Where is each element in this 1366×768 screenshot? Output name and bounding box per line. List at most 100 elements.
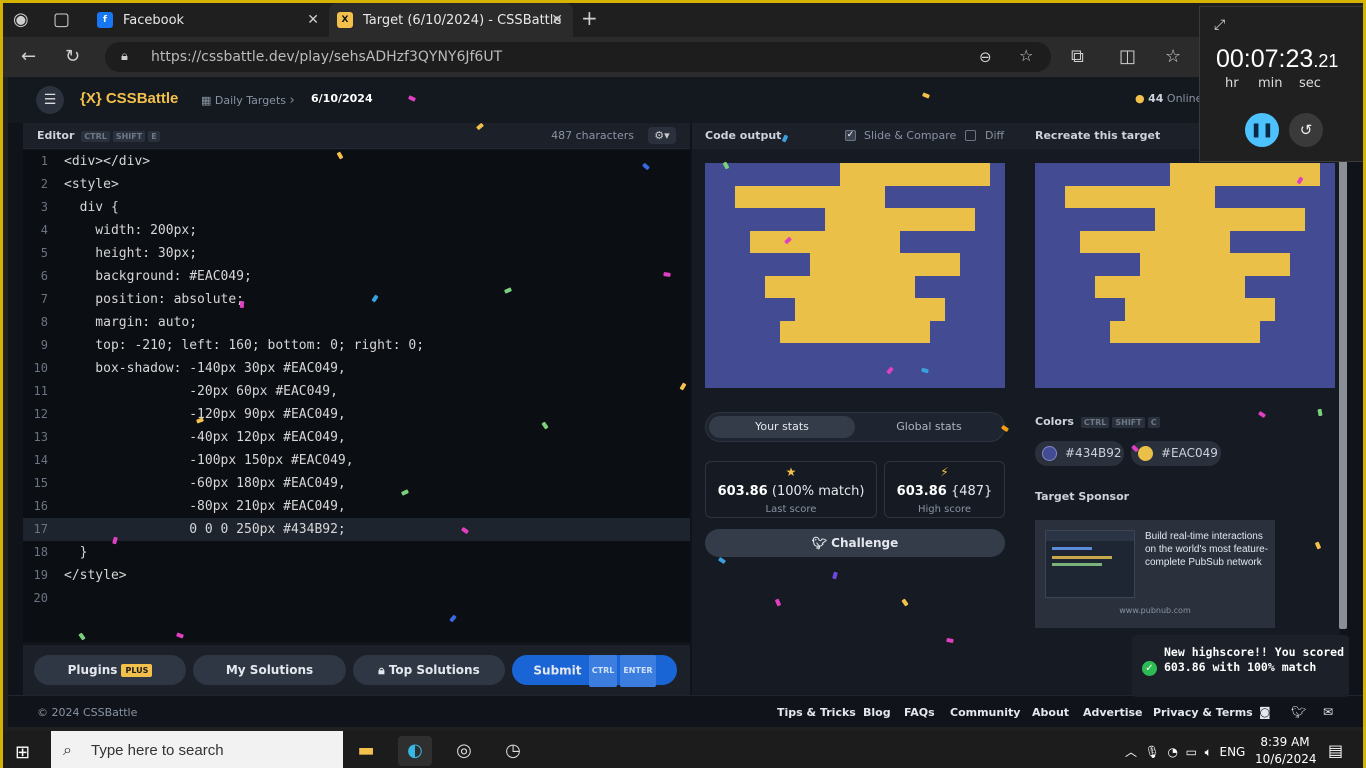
code-line[interactable]: 5 height: 30px; — [23, 242, 690, 265]
code-text: </style> — [64, 568, 127, 583]
code-line[interactable]: 11 -20px 60px #EAC049, — [23, 380, 690, 403]
code-line[interactable]: 14 -100px 150px #EAC049, — [23, 449, 690, 472]
line-number: 8 — [40, 315, 48, 329]
code-line[interactable]: 13 -40px 120px #EAC049, — [23, 426, 690, 449]
footer-link-faqs[interactable]: FAQs — [904, 706, 935, 719]
color-swatch[interactable]: #EAC049 — [1131, 441, 1221, 466]
line-number: 2 — [40, 177, 48, 191]
tab-facebook[interactable]: f Facebook ✕ — [89, 3, 329, 37]
new-tab-icon[interactable]: + — [581, 8, 598, 28]
code-line[interactable]: 3 div { — [23, 196, 690, 219]
calendar-icon: ▦ — [201, 94, 215, 107]
file-explorer-icon[interactable]: ▬ — [349, 736, 383, 766]
discord-icon[interactable]: ◙ — [1259, 705, 1271, 719]
footer-link-advertise[interactable]: Advertise — [1083, 706, 1142, 719]
scrollbar[interactable] — [1339, 149, 1347, 629]
wifi-icon: ◔ — [1167, 745, 1179, 759]
breadcrumb-daily-targets[interactable]: ▦ Daily Targets › — [201, 93, 295, 108]
pause-button[interactable]: ❚❚ — [1245, 113, 1279, 147]
code-line[interactable]: 18 } — [23, 541, 690, 564]
code-text: top: -210; left: 160; bottom: 0; right: … — [64, 338, 425, 353]
favorites-icon[interactable]: ☆ — [1165, 48, 1181, 66]
code-line[interactable]: 10 box-shadow: -140px 30px #EAC049, — [23, 357, 690, 380]
edge-icon[interactable]: ◐ — [398, 736, 432, 766]
last-score-label: Last score — [765, 504, 817, 515]
back-icon[interactable]: ← — [21, 48, 36, 66]
favorite-star-icon[interactable]: ☆ — [1019, 47, 1033, 65]
shortcut-key: E — [148, 130, 160, 142]
reset-button[interactable]: ↺ — [1289, 113, 1323, 147]
shortcut-key: SHIFT — [1112, 416, 1145, 428]
twitter-icon: 🐦︎ — [811, 536, 832, 550]
unit-label: sec — [1299, 76, 1321, 91]
language-indicator: ENG — [1219, 745, 1246, 759]
code-line[interactable]: 15 -60px 180px #EAC049, — [23, 472, 690, 495]
footer-link-tips[interactable]: Tips & Tricks — [777, 706, 856, 719]
code-line[interactable]: 7 position: absolute; — [23, 288, 690, 311]
code-line[interactable]: 19 </style> — [23, 564, 690, 587]
tab-your-stats[interactable]: Your stats — [709, 416, 855, 438]
star-icon: ★ — [785, 465, 797, 479]
extensions-icon[interactable]: ⧉ — [1071, 48, 1084, 66]
editor-title: Editor CTRL SHIFT E — [37, 129, 160, 142]
code-text: -20px 60px #EAC049, — [64, 384, 338, 399]
pause-icon: ❚❚ — [1250, 122, 1274, 138]
obs-icon[interactable]: ◎ — [447, 736, 481, 766]
code-line[interactable]: 4 width: 200px; — [23, 219, 690, 242]
code-text: -60px 180px #EAC049, — [64, 476, 346, 491]
diff-checkbox[interactable] — [965, 130, 976, 141]
code-line[interactable]: 20 — [23, 587, 690, 610]
email-icon[interactable]: ✉ — [1323, 705, 1333, 719]
code-line[interactable]: 1 <div></div> — [23, 150, 690, 173]
code-editor[interactable]: 1 <div></div> 2 <style> 3 div {4 width: 200p… — [23, 150, 690, 642]
my-solutions-button[interactable]: My Solutions — [193, 655, 346, 685]
zoom-icon[interactable]: ⊖ — [979, 48, 992, 66]
challenge-button[interactable]: 🐦︎ Challenge — [705, 529, 1005, 557]
refresh-icon[interactable]: ↻ — [65, 48, 80, 66]
address-bar[interactable]: 🔒︎ https://cssbattle.dev/play/sehsADHzf3… — [105, 42, 1051, 72]
tab-cssbattle[interactable]: X Target (6/10/2024) - CSSBattle ✕ — [329, 3, 573, 37]
system-tray[interactable]: ︿ 🎙︎ ◔ ▭ 🔈︎ ENG — [1125, 743, 1245, 760]
split-screen-icon[interactable]: ◫ — [1119, 48, 1136, 66]
plugins-button[interactable]: Plugins PLUS — [34, 655, 186, 685]
expand-icon[interactable]: ⤢ — [1214, 17, 1225, 33]
windows-taskbar: ⊞ ⌕ Type here to search ▬ ◐ ◎ ◷ ︿ 🎙︎ ◔ ▭… — [3, 731, 1363, 768]
twitter-icon[interactable]: 🐦︎ — [1291, 705, 1306, 719]
target-image[interactable] — [1035, 163, 1335, 388]
menu-button[interactable]: ☰ — [36, 86, 64, 114]
clock-app-icon[interactable]: ◷ — [496, 736, 530, 766]
clock-date: 10/6/2024 — [1255, 752, 1317, 766]
submit-button[interactable]: Submit CTRL ENTER — [512, 655, 677, 687]
tab-actions-icon[interactable]: ▢ — [53, 11, 70, 29]
code-line[interactable]: 17 0 0 0 250px #434B92; — [23, 518, 690, 541]
code-line[interactable]: 6 background: #EAC049; — [23, 265, 690, 288]
close-tab-icon[interactable]: ✕ — [307, 12, 319, 28]
close-tab-icon[interactable]: ✕ — [551, 12, 563, 28]
sponsor-ad[interactable]: Build real-time interactions on the worl… — [1035, 520, 1275, 628]
code-line[interactable]: 9 top: -210; left: 160; bottom: 0; right… — [23, 334, 690, 357]
taskbar-clock[interactable]: 8:39 AM 10/6/2024 — [1255, 734, 1317, 768]
code-line[interactable]: 2 <style> — [23, 173, 690, 196]
logo[interactable]: {X} CSSBattle — [80, 90, 178, 107]
code-output-canvas[interactable] — [705, 163, 1005, 388]
facebook-icon: f — [97, 12, 113, 28]
code-text: width: 200px; — [64, 223, 198, 238]
color-swatch[interactable]: #434B92 — [1035, 441, 1124, 466]
footer-link-privacy[interactable]: Privacy & Terms — [1153, 706, 1253, 719]
footer-link-community[interactable]: Community — [950, 706, 1020, 719]
code-line[interactable]: 8 margin: auto; — [23, 311, 690, 334]
coin-icon: ● — [1135, 92, 1145, 105]
windows-start-icon[interactable]: ⊞ — [15, 742, 30, 763]
notification-icon[interactable]: ▤ — [1328, 741, 1343, 760]
footer-link-about[interactable]: About — [1032, 706, 1069, 719]
top-solutions-button[interactable]: 🔒︎ Top Solutions — [353, 655, 505, 685]
code-line[interactable]: 12 -120px 90px #EAC049, — [23, 403, 690, 426]
tab-global-stats[interactable]: Global stats — [856, 416, 1002, 438]
lock-icon: 🔒︎ — [378, 663, 389, 677]
editor-settings-button[interactable]: ⚙▾ — [648, 127, 676, 144]
code-line[interactable]: 16 -80px 210px #EAC049, — [23, 495, 690, 518]
profile-avatar-icon[interactable]: ◉ — [13, 11, 29, 29]
taskbar-search[interactable]: ⌕ Type here to search — [51, 731, 343, 768]
footer-link-blog[interactable]: Blog — [863, 706, 891, 719]
slide-compare-checkbox[interactable]: ✓ — [845, 130, 856, 141]
